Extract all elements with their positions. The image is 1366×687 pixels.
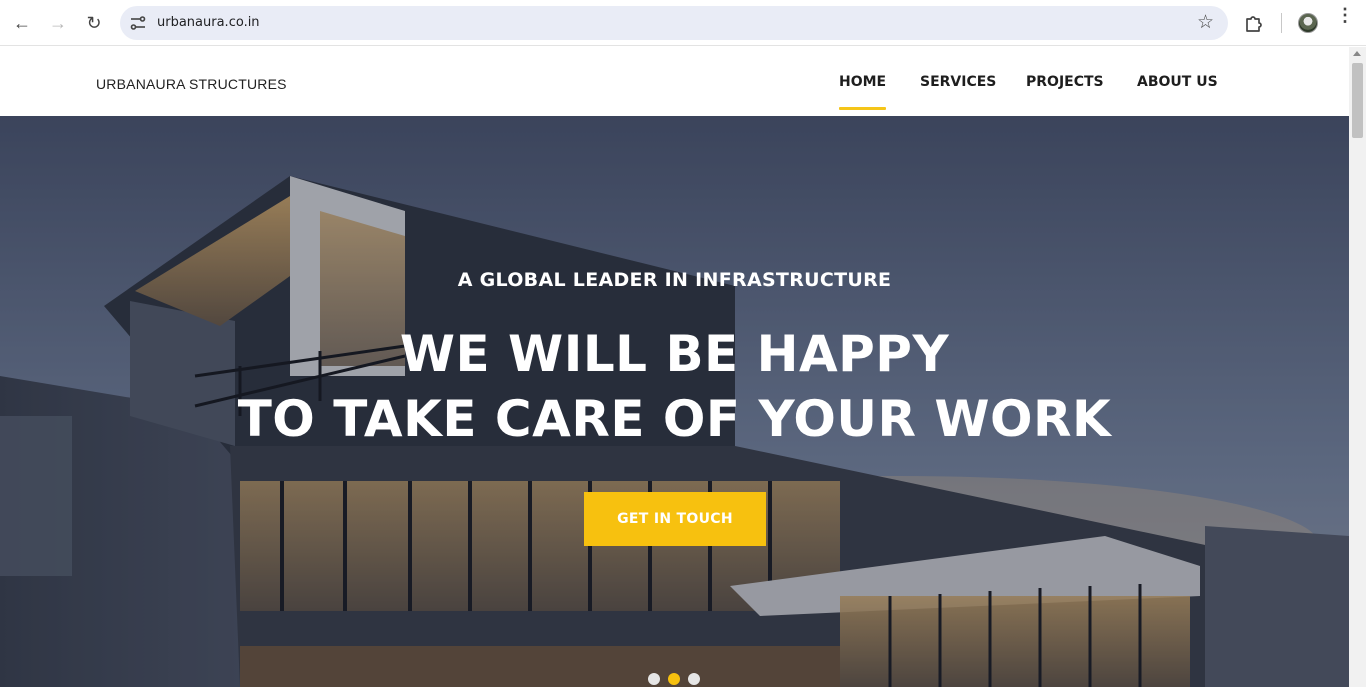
slide-dot-3[interactable]: [688, 673, 700, 685]
browser-menu-icon[interactable]: ⋮: [1336, 6, 1354, 35]
bookmark-star-icon[interactable]: ☆: [1197, 12, 1214, 34]
site-settings-icon[interactable]: [128, 13, 148, 33]
site-brand[interactable]: URBANAURA STRUCTURES: [96, 76, 287, 92]
page-viewport: URBANAURA STRUCTURES HOME SERVICES PROJE…: [0, 47, 1349, 687]
hero-kicker: A GLOBAL LEADER IN INFRASTRUCTURE: [457, 269, 892, 291]
page-scrollbar[interactable]: [1349, 47, 1366, 687]
get-in-touch-button[interactable]: GET IN TOUCH: [584, 492, 766, 546]
reload-icon[interactable]: ↻: [80, 9, 108, 37]
profile-avatar[interactable]: [1298, 13, 1318, 33]
nav-services[interactable]: SERVICES: [920, 74, 996, 90]
hero-slider: A GLOBAL LEADER IN INFRASTRUCTURE WE WIL…: [0, 116, 1349, 687]
extensions-icon[interactable]: [1242, 11, 1266, 35]
site-header: URBANAURA STRUCTURES HOME SERVICES PROJE…: [0, 47, 1349, 116]
scroll-up-arrow-icon[interactable]: [1353, 51, 1361, 56]
slide-dot-1[interactable]: [648, 673, 660, 685]
hero-headline-line1: WE WILL BE HAPPY: [399, 325, 950, 383]
address-bar[interactable]: urbanaura.co.in ☆: [120, 6, 1228, 40]
forward-icon[interactable]: →: [44, 9, 72, 37]
slide-dot-2[interactable]: [668, 673, 680, 685]
nav-home[interactable]: HOME: [839, 74, 887, 110]
slider-pagination: [648, 673, 700, 685]
scrollbar-thumb[interactable]: [1352, 63, 1363, 138]
browser-toolbar: ← → ↻ urbanaura.co.in ☆ ⋮: [0, 0, 1366, 46]
url-text[interactable]: urbanaura.co.in: [157, 15, 260, 30]
back-icon[interactable]: ←: [8, 9, 36, 37]
nav-projects[interactable]: PROJECTS: [1026, 74, 1104, 90]
hero-headline-line2: TO TAKE CARE OF YOUR WORK: [237, 390, 1112, 448]
toolbar-divider: [1281, 13, 1282, 33]
nav-about-us[interactable]: ABOUT US: [1137, 74, 1218, 90]
